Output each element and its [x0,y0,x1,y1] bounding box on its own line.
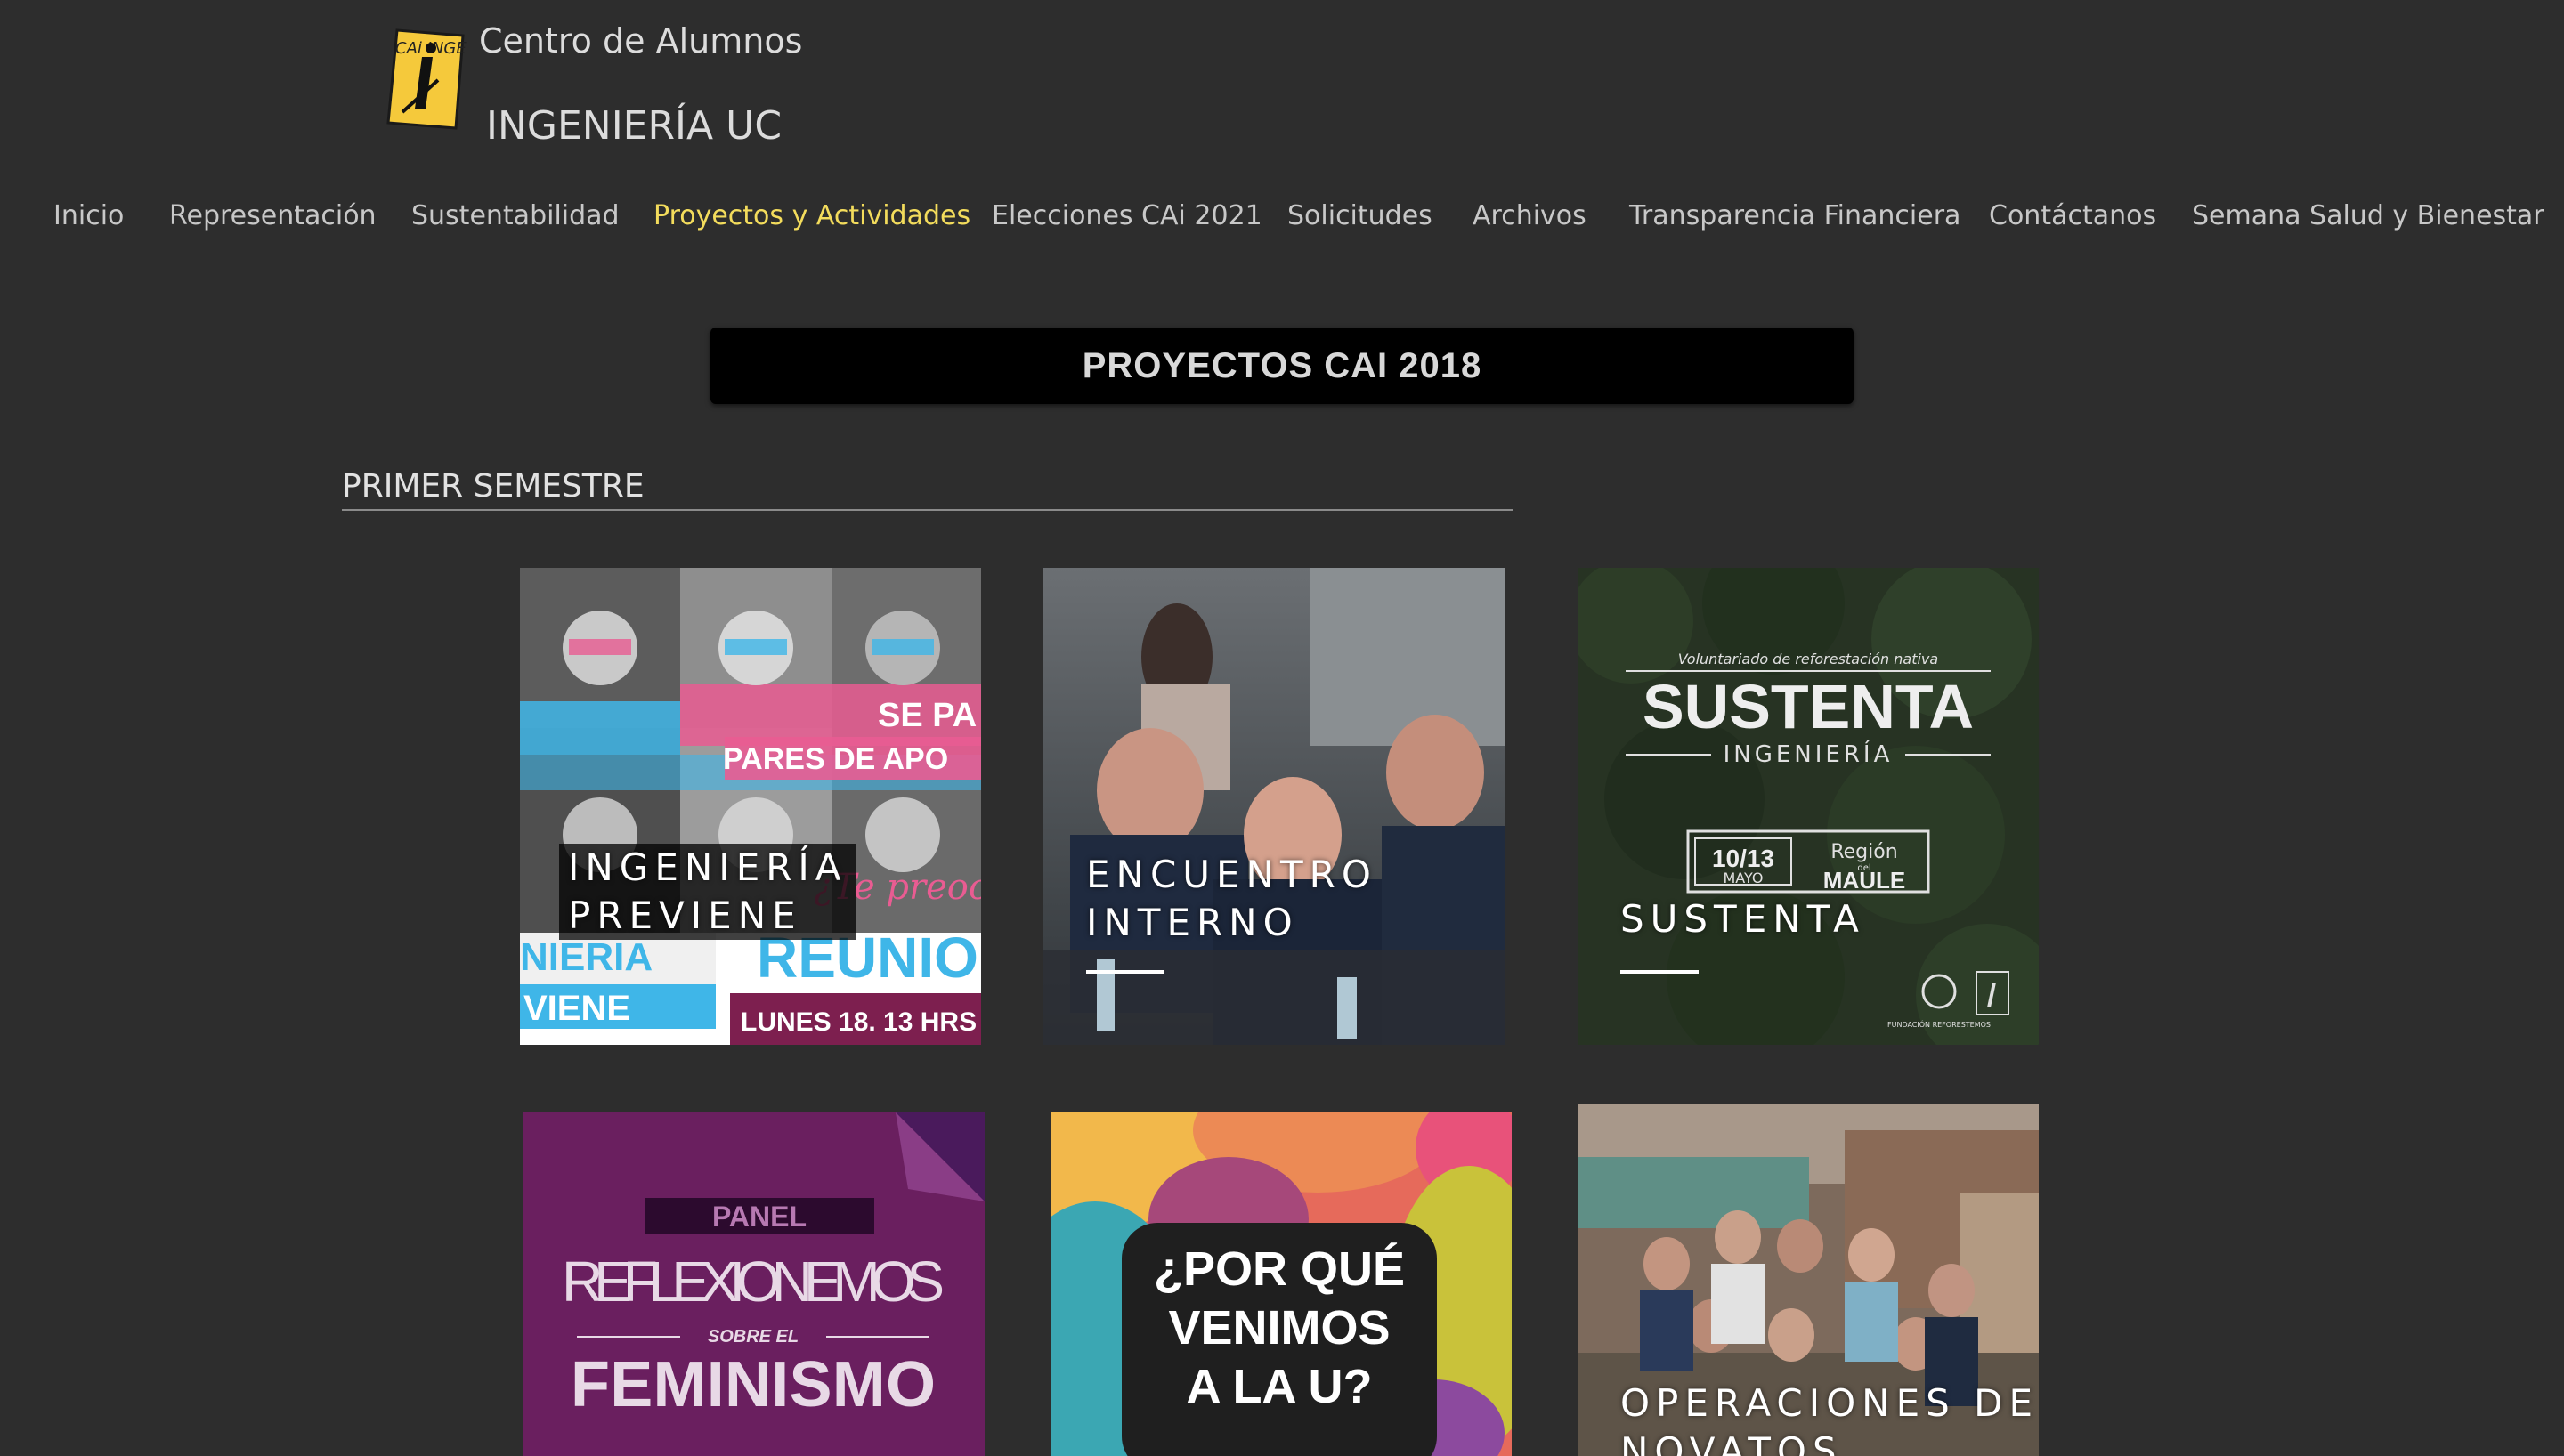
card-label-line: ENCUENTRO [1086,853,1377,896]
nav-item-inicio[interactable]: Inicio [53,200,124,231]
nav-item-proyectos[interactable]: Proyectos y Actividades [653,200,970,231]
image-text: PANEL [712,1201,807,1233]
nav-item-sustentabilidad[interactable]: Sustentabilidad [411,200,620,231]
nav-item-representacion[interactable]: Representación [169,200,377,231]
project-card-encuentro-interno[interactable]: ENCUENTRO INTERNO [1043,568,1505,1045]
image-text: Región [1830,841,1897,863]
page-banner: PROYECTOS CAI 2018 [710,328,1854,404]
section-heading: PRIMER SEMESTRE [342,468,645,505]
site-subtitle[interactable]: Centro de Alumnos [479,21,802,61]
card-image: ¿POR QUÉ VENIMOS A LA U? [1051,1112,1512,1456]
card-label: ENCUENTRO INTERNO [1086,851,1377,947]
image-text: REFLEXIONEMOS [562,1250,945,1314]
site-title[interactable]: INGENIERÍA UC [486,103,782,149]
nav-item-archivos[interactable]: Archivos [1473,200,1586,231]
image-text: ¿POR QUÉ [1154,1242,1405,1296]
image-text: Voluntariado de reforestación nativa [1678,651,1938,667]
nav-item-transparencia[interactable]: Transparencia Financiera [1629,200,1960,231]
image-text: MAULE [1823,867,1905,894]
card-underline [1086,970,1164,974]
image-text: A LA U? [1187,1360,1373,1413]
card-underline [1620,970,1699,974]
image-text: SE PA [878,697,977,734]
nav-item-contactanos[interactable]: Contáctanos [1989,200,2156,231]
project-card-operaciones-novatos[interactable]: OPERACIONES DE NOVATOS [1578,1104,2039,1456]
nav-item-semana-salud[interactable]: Semana Salud y Bienestar [2192,200,2544,231]
image-text: INGENIERÍA [1724,740,1894,768]
card-label: SUSTENTA [1620,895,1865,943]
image-text: FUNDACIÓN REFORESTEMOS [1887,1019,1991,1029]
banner-title: PROYECTOS CAI 2018 [1082,345,1482,385]
image-text: VIENE [523,989,630,1028]
card-label-line: INGENIERÍA [568,845,848,889]
section-divider [342,509,1513,511]
project-card-panel-feminismo[interactable]: PANEL REFLEXIONEMOS SOBRE EL FEMINISMO [523,1112,985,1456]
card-label: INGENIERÍA PREVIENE [559,844,856,940]
project-card-ingenieria-previene[interactable]: SE PA PARES DE APO ¿Te preocupa NIERIA V… [520,568,981,1045]
card-label-line: SUSTENTA [1620,897,1865,941]
site-logo[interactable]: CAi INGENIERÍA [385,27,520,132]
nav-item-elecciones[interactable]: Elecciones CAi 2021 [992,200,1262,231]
image-text: MAYO [1724,870,1764,886]
card-image: PANEL REFLEXIONEMOS SOBRE EL FEMINISMO [523,1112,985,1456]
image-text: LUNES 18. 13 HRS [741,1007,977,1037]
image-text: 10/13 [1712,845,1774,872]
card-label-line: PREVIENE [568,894,802,937]
image-text: SUSTENTA [1643,672,1974,741]
image-text: FEMINISMO [571,1349,936,1420]
image-text: SOBRE EL [708,1327,799,1347]
image-text: PARES DE APO [723,742,948,776]
card-label-line: NOVATOS [1620,1429,1843,1456]
image-text: VENIMOS [1168,1301,1390,1355]
card-label-line: INTERNO [1086,901,1299,944]
project-card-sustenta[interactable]: Voluntariado de reforestación nativa SUS… [1578,568,2039,1045]
card-image: SE PA PARES DE APO ¿Te preocupa NIERIA V… [520,568,981,1045]
card-label: OPERACIONES DE NOVATOS [1620,1379,2039,1456]
card-label-line: OPERACIONES DE [1620,1381,2039,1425]
image-text: NIERIA [520,935,653,979]
main-nav: Inicio Representación Sustentabilidad Pr… [0,200,2564,236]
project-card-por-que-venimos[interactable]: ¿POR QUÉ VENIMOS A LA U? [1051,1112,1512,1456]
cai-logo-icon: CAi INGENIERÍA [386,28,520,130]
nav-item-solicitudes[interactable]: Solicitudes [1287,200,1432,231]
